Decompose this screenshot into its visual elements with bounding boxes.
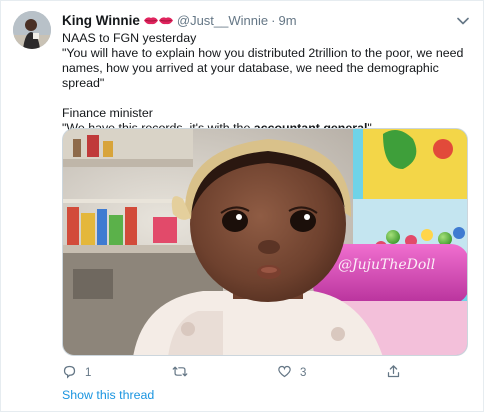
avatar[interactable] — [13, 11, 51, 49]
tweet-line-3: Finance minister — [62, 106, 153, 120]
chevron-down-icon[interactable] — [455, 14, 471, 28]
reply-button[interactable]: 1 — [62, 364, 91, 382]
tweet-image[interactable]: @JujuTheDoll — [62, 128, 468, 356]
user-handle[interactable]: @Just__Winnie — [177, 13, 268, 28]
like-count: 3 — [300, 367, 307, 379]
reply-count: 1 — [85, 367, 92, 379]
image-watermark: @JujuTheDoll — [338, 257, 435, 273]
timestamp[interactable]: 9m — [278, 13, 296, 28]
tweet-actions: 1 3 — [62, 364, 468, 382]
reply-icon — [62, 364, 77, 382]
tweet-header: King Winnie @Just__Winnie · 9m — [62, 11, 471, 29]
share-button[interactable] — [386, 364, 401, 382]
retweet-button[interactable] — [172, 364, 196, 382]
tweet-line-1: NAAS to FGN yesterday — [62, 31, 197, 45]
tweet-line-2: "You will have to explain how you distri… — [62, 46, 464, 90]
share-icon — [386, 364, 401, 382]
lips-emoji — [143, 16, 173, 25]
show-thread-link[interactable]: Show this thread — [62, 388, 154, 402]
like-icon — [277, 364, 292, 382]
display-name[interactable]: King Winnie — [62, 13, 140, 28]
separator-dot: · — [271, 12, 276, 28]
retweet-icon — [172, 364, 188, 382]
tweet-text: NAAS to FGN yesterday "You will have to … — [62, 31, 469, 136]
like-button[interactable]: 3 — [277, 364, 306, 382]
tweet-card[interactable]: King Winnie @Just__Winnie · 9m NAAS to F… — [0, 0, 484, 412]
